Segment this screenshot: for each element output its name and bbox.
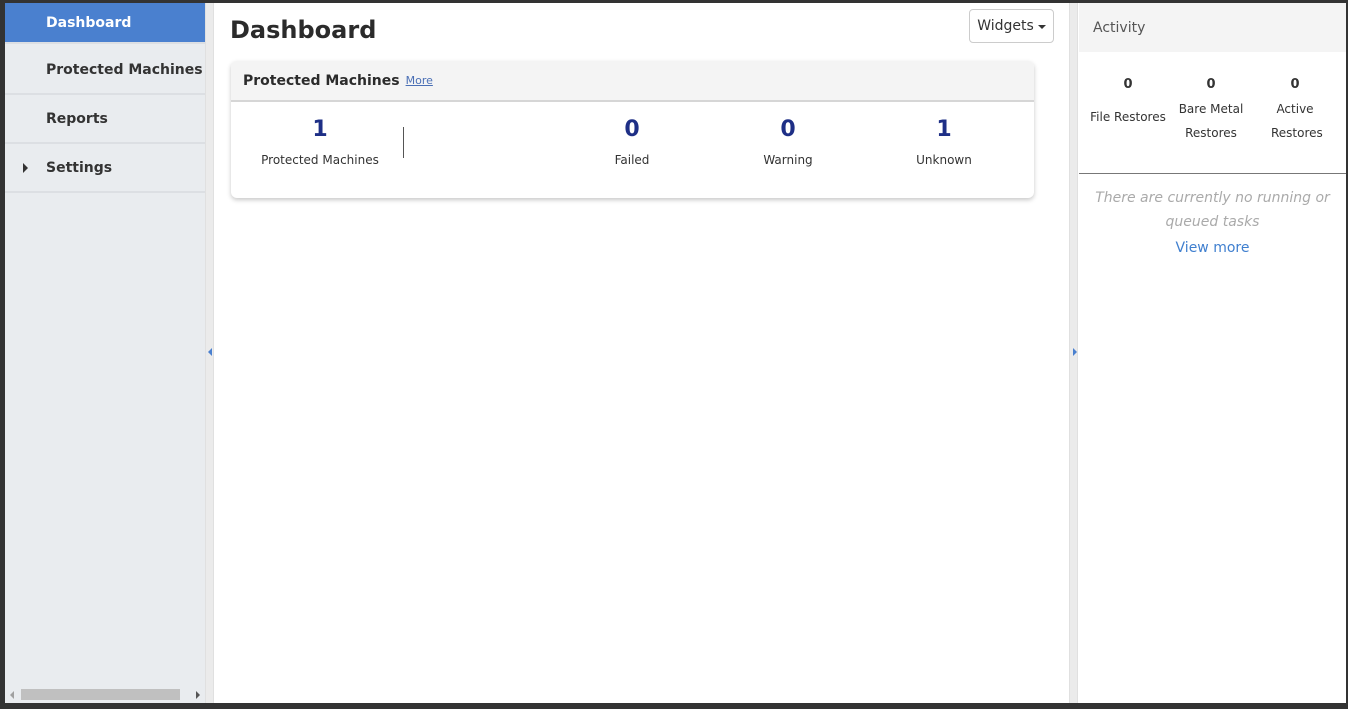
stat-failed: 0 Failed: [552, 117, 712, 167]
sidebar-item-label: Reports: [46, 110, 108, 127]
stat-active-restores: 0 Active Restores: [1253, 77, 1337, 145]
stat-label: Failed: [614, 153, 650, 167]
sidebar-item-dashboard[interactable]: Dashboard: [5, 3, 205, 44]
app-frame: Dashboard Protected Machines Reports Set…: [5, 3, 1346, 703]
stat-value: 0: [1123, 77, 1133, 92]
stat-value: 1: [312, 117, 328, 142]
widget-title: Protected Machines: [243, 72, 400, 89]
stat-label: Warning: [763, 153, 813, 167]
sidebar-horizontal-scrollbar[interactable]: [5, 686, 205, 703]
sidebar-item-label: Dashboard: [46, 14, 132, 31]
stat-unknown: 1 Unknown: [864, 117, 1024, 167]
page-title: Dashboard: [230, 16, 377, 44]
collapse-left-icon[interactable]: [208, 348, 212, 356]
stat-divider: [403, 127, 404, 158]
view-more-link[interactable]: View more: [1079, 240, 1346, 256]
scrollbar-thumb[interactable]: [21, 689, 180, 700]
stat-value: 0: [624, 117, 640, 142]
sidebar: Dashboard Protected Machines Reports Set…: [5, 3, 205, 703]
main-content: Dashboard Widgets Protected Machines Mor…: [215, 3, 1069, 703]
sidebar-item-reports[interactable]: Reports: [5, 95, 205, 144]
sidebar-item-label: Settings: [46, 159, 113, 176]
stat-label: Protected Machines: [261, 153, 379, 167]
sidebar-item-protected-machines[interactable]: Protected Machines: [5, 46, 205, 95]
stat-value: 1: [936, 117, 952, 142]
sidebar-item-settings[interactable]: Settings: [5, 144, 205, 193]
widget-header: Protected Machines More: [231, 61, 1034, 102]
widgets-label: Widgets: [977, 18, 1034, 34]
stat-label: File Restores: [1090, 110, 1166, 124]
no-tasks-message: There are currently no running or queued…: [1095, 190, 1330, 230]
stat-bare-metal-restores: 0 Bare Metal Restores: [1169, 77, 1253, 145]
stat-warning: 0 Warning: [708, 117, 868, 167]
sidebar-item-label: Protected Machines: [46, 61, 203, 78]
stat-label: Bare Metal Restores: [1178, 102, 1244, 140]
activity-panel: Activity 0 File Restores 0 Bare Metal Re…: [1079, 3, 1346, 703]
scroll-left-arrow-icon[interactable]: [10, 691, 14, 699]
stat-value: 0: [780, 117, 796, 142]
activity-stats: 0 File Restores 0 Bare Metal Restores 0 …: [1079, 52, 1346, 174]
scroll-right-arrow-icon[interactable]: [196, 691, 200, 699]
activity-header: Activity: [1079, 3, 1346, 52]
caret-right-icon[interactable]: [23, 162, 28, 173]
left-panel-splitter[interactable]: [205, 3, 214, 703]
stat-label: Active Restores: [1271, 102, 1323, 140]
stat-label: Unknown: [916, 153, 972, 167]
app-window: Dashboard Protected Machines Reports Set…: [0, 0, 1348, 709]
right-panel-splitter[interactable]: [1069, 3, 1078, 703]
stat-file-restores: 0 File Restores: [1086, 77, 1170, 129]
caret-down-icon: [1037, 25, 1046, 29]
more-link[interactable]: More: [406, 74, 433, 87]
widgets-dropdown-button[interactable]: Widgets: [969, 9, 1054, 43]
collapse-right-icon[interactable]: [1073, 348, 1077, 356]
protected-machines-widget: Protected Machines More 1 Protected Mach…: [231, 61, 1034, 198]
stat-protected-machines: 1 Protected Machines: [240, 117, 400, 167]
